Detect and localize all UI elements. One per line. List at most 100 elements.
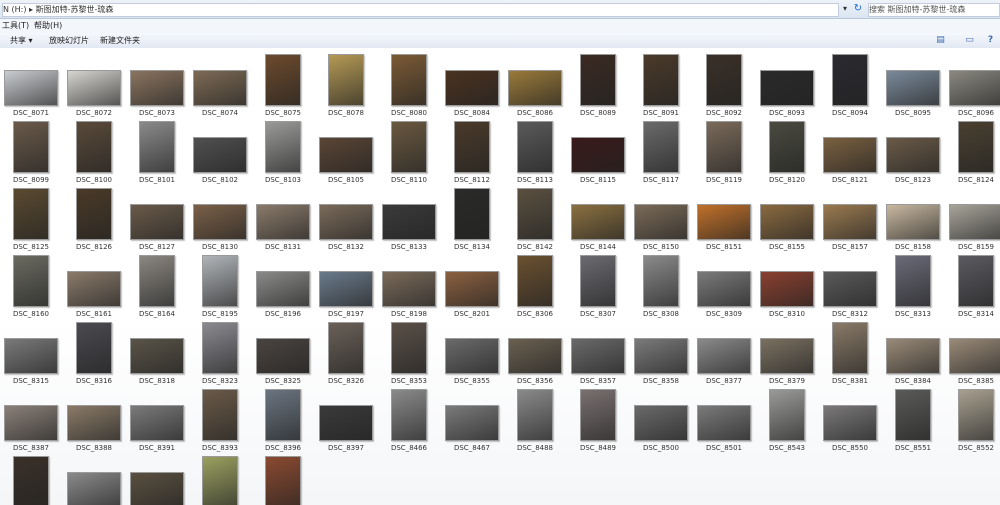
photo-item[interactable]: DSC_8071	[0, 52, 62, 119]
photo-item[interactable]	[252, 454, 314, 505]
photo-item[interactable]: DSC_8357	[567, 320, 629, 387]
photo-item[interactable]: DSC_8159	[945, 186, 1000, 253]
photo-item[interactable]: DSC_8102	[189, 119, 251, 186]
photo-item[interactable]: DSC_8196	[252, 253, 314, 320]
photo-item[interactable]	[63, 454, 125, 505]
photo-item[interactable]	[126, 454, 188, 505]
photo-item[interactable]: DSC_8391	[126, 387, 188, 454]
photo-item[interactable]: DSC_8160	[0, 253, 62, 320]
photo-item[interactable]: DSC_8315	[0, 320, 62, 387]
photo-item[interactable]: DSC_8117	[630, 119, 692, 186]
photo-item[interactable]: DSC_8099	[0, 119, 62, 186]
share-button[interactable]: 共享 ▾	[10, 34, 33, 47]
photo-item[interactable]: DSC_8379	[756, 320, 818, 387]
photo-item[interactable]: DSC_8358	[630, 320, 692, 387]
photo-item[interactable]: DSC_8142	[504, 186, 566, 253]
photo-item[interactable]: DSC_8161	[63, 253, 125, 320]
photo-item[interactable]: DSC_8126	[63, 186, 125, 253]
photo-item[interactable]: DSC_8075	[252, 52, 314, 119]
photo-item[interactable]: DSC_8123	[882, 119, 944, 186]
photo-item[interactable]: DSC_8467	[441, 387, 503, 454]
photo-item[interactable]: DSC_8150	[630, 186, 692, 253]
photo-item[interactable]: DSC_8084	[441, 52, 503, 119]
address-path[interactable]: N (H:) ▸ 斯图加特-苏黎世-琉森	[2, 3, 839, 17]
photo-item[interactable]: DSC_8095	[882, 52, 944, 119]
views-icon[interactable]: ▤	[935, 35, 946, 46]
photo-item[interactable]: DSC_8132	[315, 186, 377, 253]
photo-item[interactable]: DSC_8112	[441, 119, 503, 186]
photo-item[interactable]: DSC_8091	[630, 52, 692, 119]
photo-item[interactable]: DSC_8326	[315, 320, 377, 387]
photo-item[interactable]: DSC_8130	[189, 186, 251, 253]
photo-item[interactable]: DSC_8164	[126, 253, 188, 320]
photo-item[interactable]: DSC_8124	[945, 119, 1000, 186]
photo-item[interactable]: DSC_8550	[819, 387, 881, 454]
photo-item[interactable]: DSC_8120	[756, 119, 818, 186]
photo-item[interactable]: DSC_8353	[378, 320, 440, 387]
photo-item[interactable]	[189, 454, 251, 505]
photo-item[interactable]: DSC_8155	[756, 186, 818, 253]
photo-item[interactable]: DSC_8312	[819, 253, 881, 320]
photo-item[interactable]: DSC_8101	[126, 119, 188, 186]
photo-item[interactable]: DSC_8131	[252, 186, 314, 253]
photo-item[interactable]: DSC_8388	[63, 387, 125, 454]
photo-item[interactable]: DSC_8195	[189, 253, 251, 320]
photo-item[interactable]: DSC_8127	[126, 186, 188, 253]
photo-item[interactable]: DSC_8103	[252, 119, 314, 186]
photo-item[interactable]: DSC_8377	[693, 320, 755, 387]
photo-item[interactable]: DSC_8307	[567, 253, 629, 320]
search-input[interactable]: 搜索 斯图加特-苏黎世-琉森	[868, 3, 1000, 17]
photo-item[interactable]: DSC_8385	[945, 320, 1000, 387]
photo-item[interactable]: DSC_8308	[630, 253, 692, 320]
refresh-icon[interactable]: ↻	[852, 2, 864, 16]
photo-item[interactable]: DSC_8086	[504, 52, 566, 119]
photo-item[interactable]: DSC_8543	[756, 387, 818, 454]
preview-pane-icon[interactable]: ▭	[964, 35, 975, 46]
photo-item[interactable]: DSC_8133	[378, 186, 440, 253]
photo-item[interactable]: DSC_8110	[378, 119, 440, 186]
photo-item[interactable]: DSC_8306	[504, 253, 566, 320]
photo-item[interactable]: DSC_8355	[441, 320, 503, 387]
photo-item[interactable]: DSC_8094	[819, 52, 881, 119]
photo-item[interactable]: DSC_8134	[441, 186, 503, 253]
photo-item[interactable]: DSC_8201	[441, 253, 503, 320]
photo-item[interactable]: DSC_8125	[0, 186, 62, 253]
photo-item[interactable]: DSC_8393	[189, 387, 251, 454]
photo-item[interactable]: DSC_8318	[126, 320, 188, 387]
photo-item[interactable]: DSC_8488	[504, 387, 566, 454]
photo-item[interactable]: DSC_8078	[315, 52, 377, 119]
photo-item[interactable]: DSC_8325	[252, 320, 314, 387]
photo-item[interactable]: DSC_8323	[189, 320, 251, 387]
photo-item[interactable]: DSC_8466	[378, 387, 440, 454]
photo-item[interactable]: DSC_8157	[819, 186, 881, 253]
photo-item[interactable]: DSC_8113	[504, 119, 566, 186]
photo-item[interactable]: DSC_8151	[693, 186, 755, 253]
photo-item[interactable]: DSC_8387	[0, 387, 62, 454]
photo-item[interactable]: DSC_8396	[252, 387, 314, 454]
photo-item[interactable]: DSC_8092	[693, 52, 755, 119]
photo-item[interactable]: DSC_8310	[756, 253, 818, 320]
menu-tools[interactable]: 工具(T)	[2, 20, 29, 32]
photo-item[interactable]: DSC_8074	[189, 52, 251, 119]
photo-item[interactable]: DSC_8314	[945, 253, 1000, 320]
photo-item[interactable]: DSC_8397	[315, 387, 377, 454]
photo-item[interactable]: DSC_8100	[63, 119, 125, 186]
photo-item[interactable]: DSC_8309	[693, 253, 755, 320]
photo-item[interactable]: DSC_8115	[567, 119, 629, 186]
photo-item[interactable]: DSC_8158	[882, 186, 944, 253]
slideshow-button[interactable]: 放映幻灯片	[49, 34, 89, 47]
new-folder-button[interactable]: 新建文件夹	[100, 34, 140, 47]
photo-item[interactable]: DSC_8089	[567, 52, 629, 119]
photo-item[interactable]: DSC_8121	[819, 119, 881, 186]
photo-item[interactable]: DSC_8552	[945, 387, 1000, 454]
photo-item[interactable]: DSC_8551	[882, 387, 944, 454]
photo-item[interactable]: DSC_8500	[630, 387, 692, 454]
photo-item[interactable]: DSC_8072	[63, 52, 125, 119]
photo-item[interactable]: DSC_8384	[882, 320, 944, 387]
photo-item[interactable]: DSC_8489	[567, 387, 629, 454]
help-icon[interactable]: ?	[985, 35, 996, 46]
photo-item[interactable]: DSC_8197	[315, 253, 377, 320]
photo-item[interactable]: DSC_8198	[378, 253, 440, 320]
photo-item[interactable]: DSC_8316	[63, 320, 125, 387]
photo-item[interactable]: DSC_8381	[819, 320, 881, 387]
